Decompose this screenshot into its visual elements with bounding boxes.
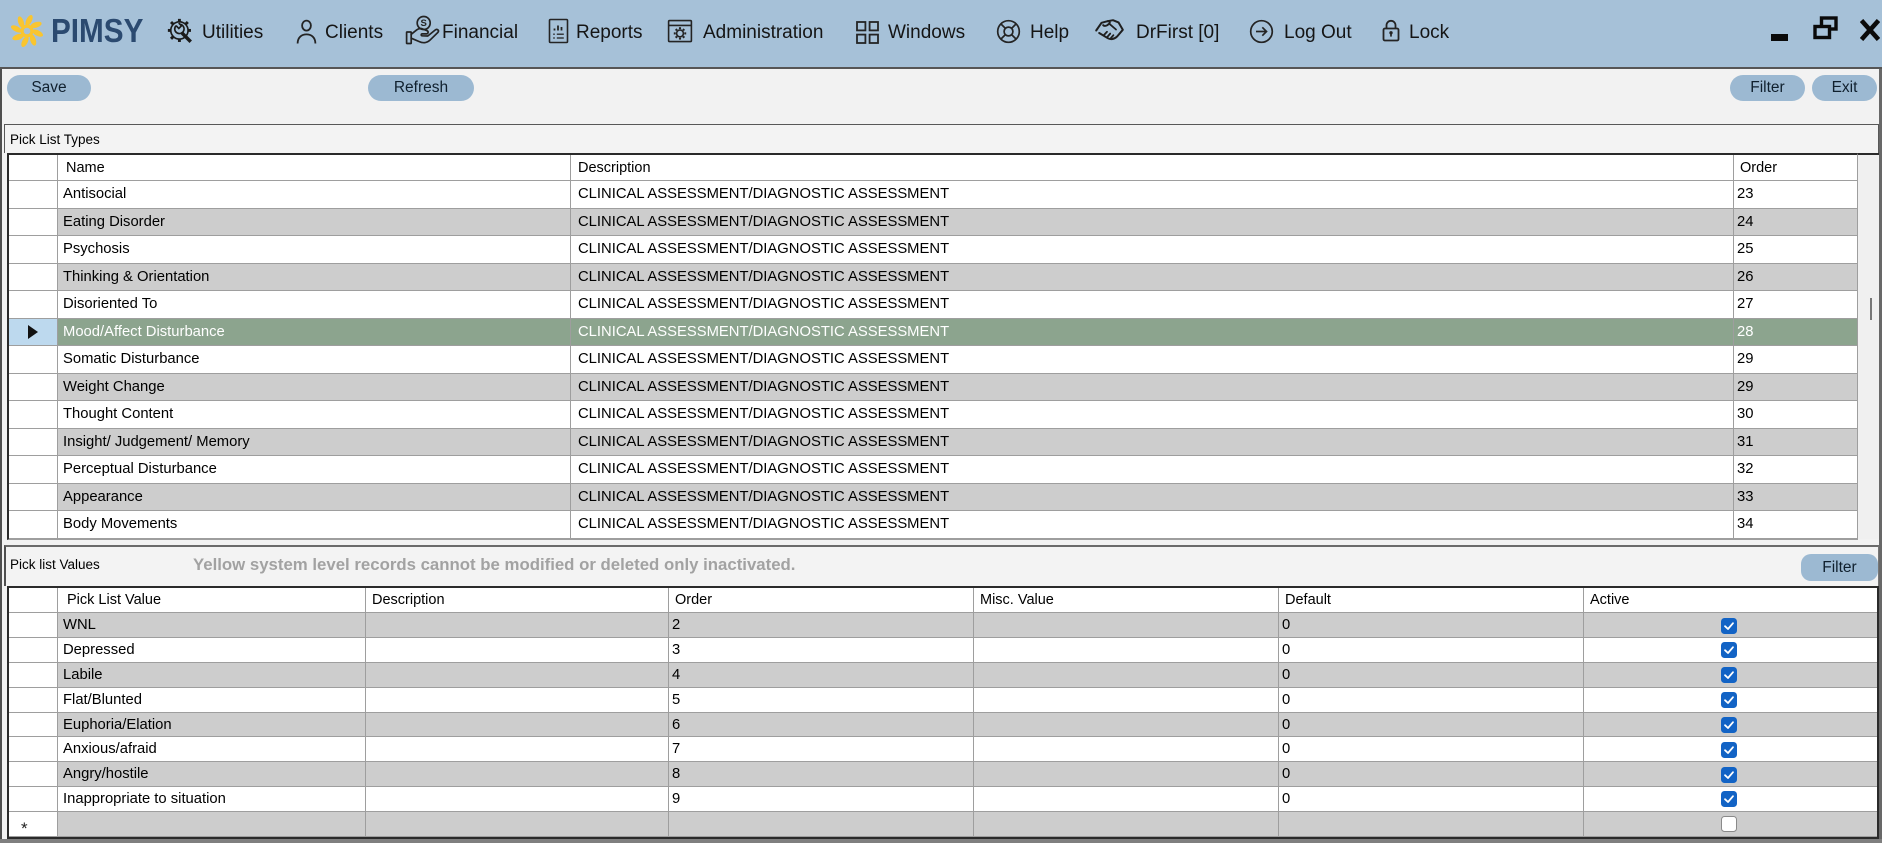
svg-text:S: S bbox=[421, 18, 427, 29]
